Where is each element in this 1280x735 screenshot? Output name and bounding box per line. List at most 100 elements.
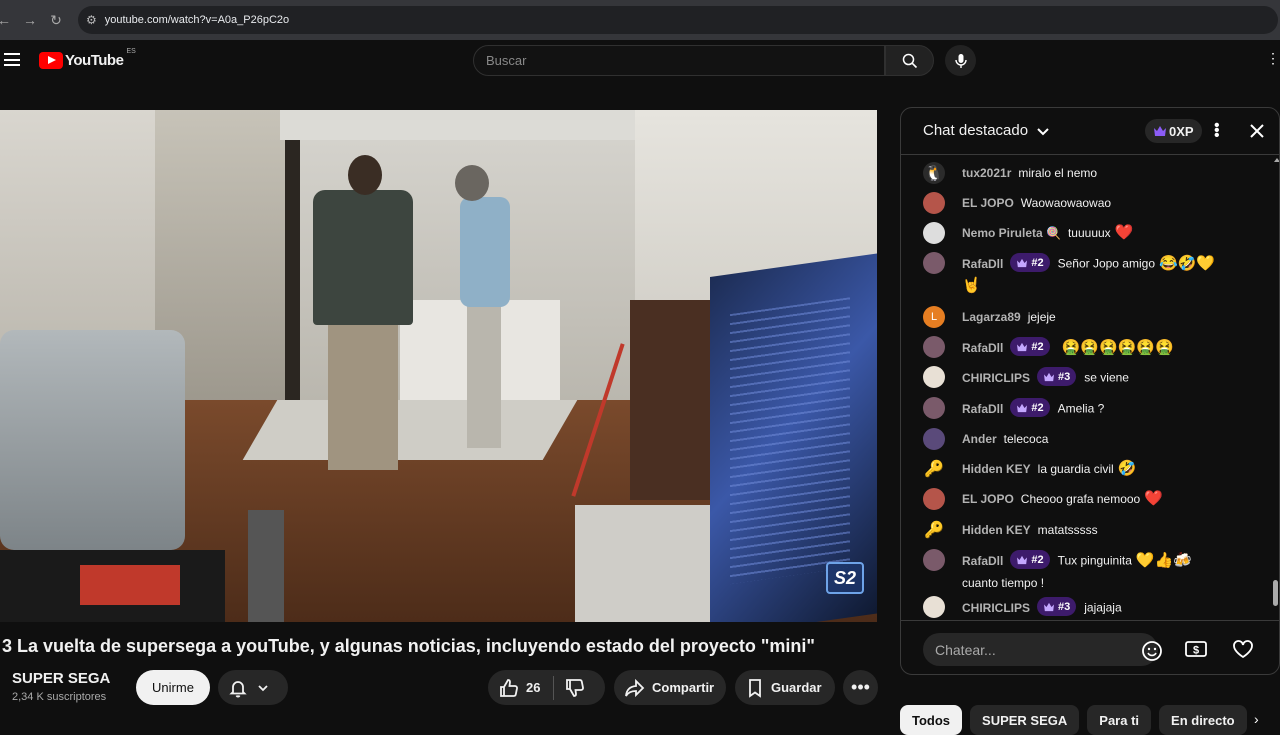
video-scene-bottle bbox=[248, 510, 284, 622]
user-avatar[interactable] bbox=[923, 336, 945, 358]
chat-author[interactable]: CHIRICLIPS bbox=[962, 601, 1030, 615]
chat-author[interactable]: RafaDll bbox=[962, 402, 1003, 416]
membership-badge: #2 bbox=[1010, 398, 1050, 417]
bookmark-icon bbox=[749, 678, 761, 698]
chat-scrollbar[interactable] bbox=[1273, 580, 1278, 606]
logo-text: YouTube bbox=[65, 52, 124, 69]
chat-author[interactable]: tux2021r bbox=[962, 166, 1011, 180]
chat-message: RafaDll #2 Amelia ? bbox=[923, 397, 1268, 420]
join-button[interactable]: Unirme bbox=[136, 670, 210, 705]
key-avatar[interactable]: 🔑 bbox=[923, 519, 945, 541]
more-actions-button[interactable]: ••• bbox=[843, 670, 878, 705]
chat-author[interactable]: CHIRICLIPS bbox=[962, 371, 1030, 385]
chat-text: tuuuuux bbox=[1067, 226, 1111, 240]
channel-watermark[interactable]: S2 bbox=[826, 562, 864, 594]
badge-rank: #3 bbox=[1058, 370, 1071, 383]
channel-name[interactable]: SUPER SEGA bbox=[12, 670, 110, 687]
user-avatar[interactable] bbox=[923, 549, 945, 571]
country-code: ES bbox=[126, 48, 136, 55]
filter-chip[interactable]: En directo bbox=[1159, 705, 1247, 735]
chat-message: RafaDll #2 🤮🤮🤮🤮🤮🤮 bbox=[923, 336, 1268, 359]
membership-badge: #3 bbox=[1037, 367, 1077, 386]
badge-rank: #2 bbox=[1031, 340, 1044, 353]
letter-avatar[interactable]: L bbox=[923, 306, 945, 328]
chat-author[interactable]: EL JOPO bbox=[962, 492, 1014, 506]
emoji-icon[interactable] bbox=[1141, 640, 1163, 662]
chat-options-icon[interactable]: • • • bbox=[1214, 118, 1220, 144]
chat-input-area: Chatear... $ bbox=[901, 620, 1279, 674]
filter-chip[interactable]: Para ti bbox=[1087, 705, 1152, 735]
chat-input-placeholder: Chatear... bbox=[935, 641, 996, 658]
chat-message: 🔑 Hidden KEY matatsssss bbox=[923, 519, 1268, 541]
chat-text: Señor Jopo amigo bbox=[1057, 256, 1155, 271]
more-options-icon[interactable]: ⋮ bbox=[1266, 50, 1280, 67]
chevron-right-icon[interactable]: › bbox=[1254, 711, 1259, 727]
chat-text: miralo el nemo bbox=[1018, 166, 1098, 180]
user-avatar[interactable] bbox=[923, 252, 945, 274]
video-scene-sofa bbox=[0, 330, 185, 550]
notifications-button[interactable] bbox=[218, 670, 288, 705]
chat-message: CHIRICLIPS #3 se viene bbox=[923, 366, 1268, 389]
user-avatar[interactable] bbox=[923, 488, 945, 510]
crown-icon bbox=[1154, 126, 1166, 136]
filter-chip[interactable]: Todos bbox=[900, 705, 963, 735]
chevron-down-icon[interactable] bbox=[1036, 125, 1050, 139]
chat-author[interactable]: RafaDll bbox=[962, 341, 1003, 355]
xp-badge[interactable]: 0XP bbox=[1145, 119, 1202, 143]
chat-input[interactable]: Chatear... bbox=[923, 633, 1158, 666]
chat-message: 🐧 tux2021r miralo el nemo bbox=[923, 162, 1268, 184]
filter-chip[interactable]: SUPER SEGA bbox=[970, 705, 1080, 735]
chat-author[interactable]: Hidden KEY bbox=[962, 523, 1031, 537]
save-button[interactable]: Guardar bbox=[735, 670, 835, 705]
search-input[interactable]: Buscar bbox=[473, 45, 885, 76]
chat-emoji: 💛👍🍻 bbox=[1135, 551, 1192, 569]
chat-text: Amelia ? bbox=[1057, 401, 1105, 416]
like-icon[interactable] bbox=[498, 677, 520, 699]
super-chat-button[interactable]: $ bbox=[1182, 635, 1210, 663]
chat-author[interactable]: RafaDll bbox=[962, 554, 1003, 568]
penguin-avatar[interactable]: 🐧 bbox=[923, 162, 945, 184]
chat-text: telecoca bbox=[1003, 432, 1049, 446]
chat-text: jejeje bbox=[1027, 310, 1056, 324]
close-icon[interactable] bbox=[1248, 122, 1266, 140]
forward-icon[interactable]: → bbox=[18, 12, 42, 28]
user-avatar[interactable] bbox=[923, 222, 945, 244]
chat-emoji: ❤️ bbox=[1144, 490, 1163, 507]
chat-author[interactable]: Nemo Piruleta 🍭 bbox=[962, 226, 1061, 240]
chat-author[interactable]: Hidden KEY bbox=[962, 462, 1031, 476]
scroll-up-arrow[interactable] bbox=[1274, 158, 1279, 162]
show-support-button[interactable] bbox=[1229, 635, 1257, 663]
user-avatar[interactable] bbox=[923, 596, 945, 618]
user-avatar[interactable] bbox=[923, 397, 945, 419]
chat-text-continued: 🤘 bbox=[962, 276, 981, 294]
video-player[interactable]: S2 bbox=[0, 110, 877, 622]
youtube-logo[interactable]: YouTube ES bbox=[39, 48, 136, 69]
back-icon[interactable]: ← bbox=[0, 12, 16, 28]
user-avatar[interactable] bbox=[923, 428, 945, 450]
key-avatar[interactable]: 🔑 bbox=[923, 458, 945, 480]
chat-mode-title[interactable]: Chat destacado bbox=[923, 122, 1028, 139]
chat-author[interactable]: EL JOPO bbox=[962, 196, 1014, 210]
chat-text: Cheooo grafa nemooo bbox=[1020, 492, 1141, 506]
url-text: youtube.com/watch?v=A0a_P26pC2o bbox=[104, 14, 290, 26]
user-avatar[interactable] bbox=[923, 192, 945, 214]
dislike-icon[interactable] bbox=[564, 677, 586, 699]
chat-author[interactable]: Lagarza89 bbox=[962, 310, 1021, 324]
address-bar[interactable]: ⚙ youtube.com/watch?v=A0a_P26pC2o bbox=[78, 6, 1278, 34]
chat-emoji: 🤣 bbox=[1117, 460, 1137, 477]
chat-author[interactable]: RafaDll bbox=[962, 257, 1003, 271]
voice-search-button[interactable] bbox=[945, 45, 976, 76]
badge-rank: #2 bbox=[1031, 256, 1044, 269]
site-settings-icon[interactable]: ⚙ bbox=[86, 13, 97, 27]
badge-rank: #2 bbox=[1031, 553, 1044, 566]
membership-badge: #3 bbox=[1037, 597, 1077, 616]
menu-icon[interactable] bbox=[4, 53, 20, 66]
chat-author[interactable]: Ander bbox=[962, 432, 997, 446]
chat-message: L Lagarza89 jejeje bbox=[923, 306, 1268, 328]
reload-icon[interactable]: ↻ bbox=[44, 12, 68, 29]
bell-icon bbox=[229, 680, 247, 697]
chat-text: la guardia civil bbox=[1037, 462, 1114, 476]
search-button[interactable] bbox=[885, 45, 934, 76]
share-button[interactable]: Compartir bbox=[614, 670, 726, 705]
user-avatar[interactable] bbox=[923, 366, 945, 388]
